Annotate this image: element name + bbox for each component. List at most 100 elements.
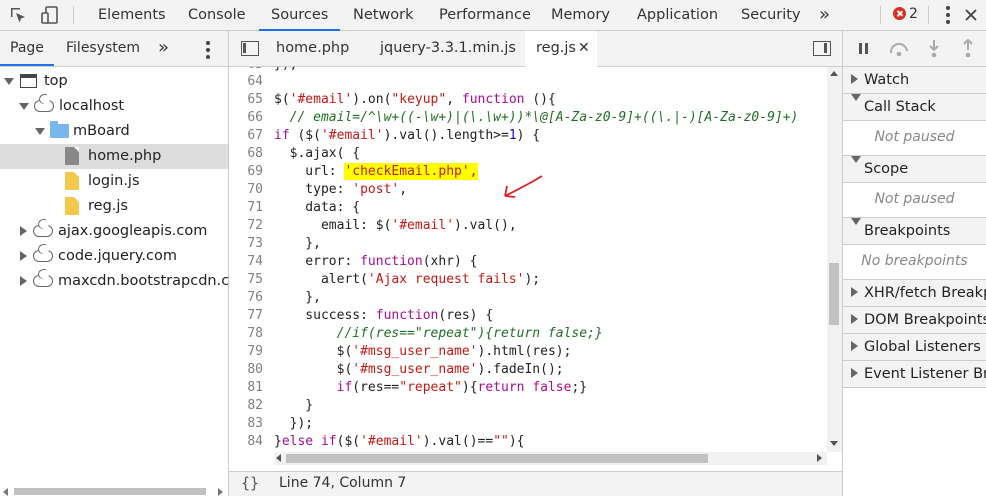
tree-item-login-js[interactable]: login.js: [0, 169, 228, 194]
code-line: 75 alert('Ajax request fails');: [229, 271, 827, 289]
line-number[interactable]: 85: [229, 451, 263, 452]
dom-breakpoints-section[interactable]: DOM Breakpoints: [843, 307, 986, 334]
tab-memory[interactable]: Memory: [539, 0, 622, 31]
line-number[interactable]: 78: [229, 325, 263, 343]
collapsed-arrow-icon[interactable]: [20, 226, 27, 236]
scrollbar-thumb[interactable]: [14, 488, 206, 495]
tree-item-ajax-googleapis[interactable]: ajax.googleapis.com: [0, 219, 228, 244]
expand-arrow-icon[interactable]: [19, 103, 29, 110]
tab-elements[interactable]: Elements: [86, 0, 178, 31]
collapsed-arrow-icon[interactable]: [851, 314, 858, 324]
error-icon[interactable]: [893, 7, 906, 20]
file-tab-home-php[interactable]: home.php: [276, 31, 349, 66]
device-toolbar-icon[interactable]: [40, 5, 60, 25]
line-number[interactable]: 81: [229, 379, 263, 397]
line-number[interactable]: 69: [229, 163, 263, 181]
line-number[interactable]: 83: [229, 415, 263, 433]
code-line: 78 //if(res=="repeat"){return false;}: [229, 325, 827, 343]
line-number[interactable]: 74: [229, 253, 263, 271]
scroll-up-arrow[interactable]: [830, 71, 838, 76]
expand-arrow-icon[interactable]: [851, 156, 861, 163]
tree-item-localhost[interactable]: localhost: [0, 94, 228, 119]
line-number[interactable]: 70: [229, 181, 263, 199]
devtools-menu-icon[interactable]: [946, 6, 950, 27]
tree-item-reg-js[interactable]: reg.js: [0, 194, 228, 219]
line-number[interactable]: 66: [229, 109, 263, 127]
cursor-position: Line 74, Column 7: [279, 475, 407, 491]
tab-security[interactable]: Security: [729, 0, 813, 31]
close-tab-icon[interactable]: ✕: [578, 40, 590, 56]
watch-section[interactable]: Watch: [843, 67, 986, 94]
collapsed-arrow-icon[interactable]: [851, 287, 858, 297]
line-number[interactable]: 75: [229, 271, 263, 289]
event-listener-breakpoints-section[interactable]: Event Listener Breakpoints: [843, 361, 986, 388]
breakpoints-section[interactable]: Breakpoints: [843, 218, 986, 245]
xhr-fetch-breakpoints-section[interactable]: XHR/fetch Breakpoints: [843, 280, 986, 307]
collapsed-arrow-icon[interactable]: [20, 251, 27, 261]
tree-item-code-jquery[interactable]: code.jquery.com: [0, 244, 228, 269]
toggle-navigator-icon[interactable]: [241, 41, 259, 56]
pretty-print-button[interactable]: {}: [241, 474, 259, 492]
tab-filesystem[interactable]: Filesystem: [56, 31, 150, 66]
tab-network[interactable]: Network: [341, 0, 426, 31]
tab-performance[interactable]: Performance: [427, 0, 543, 31]
navigator-menu-icon[interactable]: [206, 41, 210, 62]
tab-application[interactable]: Application: [625, 0, 730, 31]
more-tabs-button[interactable]: »: [807, 0, 842, 31]
more-navigator-tabs[interactable]: »: [148, 31, 179, 66]
line-number[interactable]: 79: [229, 343, 263, 361]
tree-item-top[interactable]: top: [0, 69, 228, 94]
line-number[interactable]: 68: [229, 145, 263, 163]
toggle-debugger-icon[interactable]: [813, 41, 831, 56]
inspect-element-icon[interactable]: [8, 5, 28, 25]
expand-arrow-icon[interactable]: [35, 128, 45, 135]
collapsed-arrow-icon[interactable]: [851, 341, 858, 351]
scrollbar-thumb[interactable]: [829, 263, 839, 325]
global-listeners-section[interactable]: Global Listeners: [843, 334, 986, 361]
line-number[interactable]: 80: [229, 361, 263, 379]
tree-item-maxcdn[interactable]: maxcdn.bootstrapcdn.com: [0, 269, 228, 294]
expand-arrow-icon[interactable]: [851, 218, 861, 225]
close-devtools-icon[interactable]: [964, 6, 978, 24]
scroll-left-arrow[interactable]: [3, 488, 8, 496]
scroll-left-arrow[interactable]: [276, 454, 281, 462]
tree-item-home-php[interactable]: home.php: [0, 144, 228, 169]
scope-section[interactable]: Scope: [843, 156, 986, 183]
line-number[interactable]: 71: [229, 199, 263, 217]
file-tab-jquery[interactable]: jquery-3.3.1.min.js: [380, 31, 516, 66]
line-number[interactable]: 64: [229, 73, 263, 91]
scroll-right-arrow[interactable]: [817, 454, 822, 462]
scrollbar-thumb[interactable]: [286, 454, 708, 463]
line-number[interactable]: 73: [229, 235, 263, 253]
line-number[interactable]: 67: [229, 127, 263, 145]
tab-page[interactable]: Page: [0, 31, 54, 66]
tree-item-mboard[interactable]: mBoard: [0, 119, 228, 144]
expand-arrow-icon[interactable]: [851, 94, 861, 101]
pause-icon[interactable]: [857, 42, 871, 56]
editor-horizontal-scrollbar[interactable]: [274, 452, 827, 465]
step-out-icon[interactable]: [961, 39, 975, 59]
line-number[interactable]: 82: [229, 397, 263, 415]
code-line: 80 $('#msg_user_name').fadeIn();: [229, 361, 827, 379]
scroll-right-arrow[interactable]: [218, 488, 223, 496]
expand-arrow-icon[interactable]: [4, 78, 14, 85]
line-number[interactable]: 72: [229, 217, 263, 235]
code-editor[interactable]: 63}); 64 65$('#email').on("keyup", funct…: [229, 67, 827, 452]
editor-vertical-scrollbar[interactable]: [827, 67, 842, 452]
error-count[interactable]: 2: [909, 6, 918, 22]
tab-console[interactable]: Console: [176, 0, 258, 31]
line-number[interactable]: 65: [229, 91, 263, 109]
line-number[interactable]: 76: [229, 289, 263, 307]
collapsed-arrow-icon[interactable]: [851, 368, 858, 378]
line-number[interactable]: 77: [229, 307, 263, 325]
scroll-down-arrow[interactable]: [830, 441, 838, 446]
code-line: 73 },: [229, 235, 827, 253]
navigator-horizontal-scrollbar[interactable]: [0, 487, 228, 496]
collapsed-arrow-icon[interactable]: [851, 74, 858, 84]
tab-sources[interactable]: Sources: [259, 0, 341, 31]
step-into-icon[interactable]: [927, 39, 941, 59]
step-over-icon[interactable]: [888, 41, 910, 57]
collapsed-arrow-icon[interactable]: [20, 276, 27, 286]
call-stack-section[interactable]: Call Stack: [843, 94, 986, 121]
line-number[interactable]: 84: [229, 433, 263, 451]
